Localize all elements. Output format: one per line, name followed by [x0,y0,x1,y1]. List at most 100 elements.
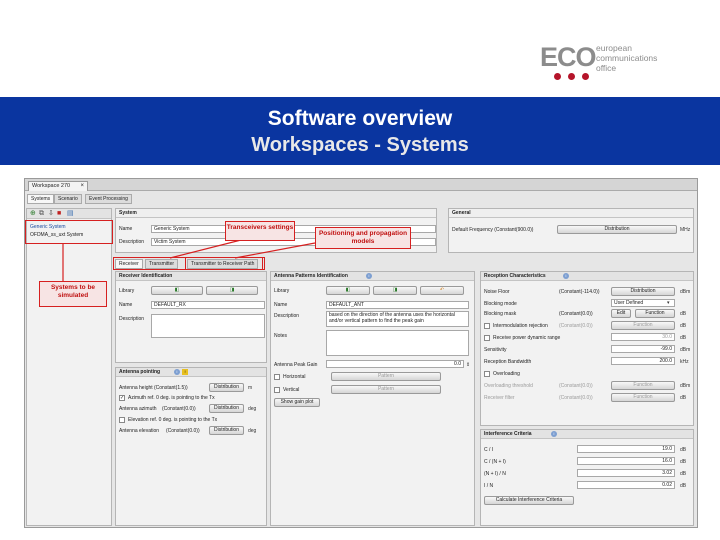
overload-threshold-unit: dBm [680,383,691,389]
intermod-checkbox[interactable] [484,323,490,329]
info-icon[interactable]: i [366,273,372,279]
receiver-filter-label: Receiver filter [484,395,515,401]
chevron-down-icon[interactable]: ▾ [667,300,670,306]
antenna-height-distribution-button[interactable]: Distribution [209,383,244,392]
cni-input[interactable]: 16.0 [577,457,675,465]
export-icon[interactable]: ⇩ [48,210,54,218]
antenna-height-unit: m [248,385,253,391]
antenna-azimuth-label: Antenna azimuth [119,406,157,412]
sensitivity-input[interactable]: -99.0 [611,345,675,353]
antenna-azimuth-constant: (Constant(0.0)) [162,406,196,412]
sensitivity-unit: dBm [680,347,691,353]
info-icon[interactable]: i [563,273,569,279]
info-icon[interactable]: i [551,431,557,437]
general-panel: General Default Frequency (Constant(900.… [448,208,694,253]
logo-dot [554,73,561,80]
ci-input[interactable]: 19.0 [577,445,675,453]
rx-power-range-checkbox[interactable] [484,335,490,341]
antenna-description-input[interactable]: based on the direction of the antenna us… [326,311,469,327]
antenna-elevation-label: Antenna elevation [119,428,160,434]
tab-scenario[interactable]: Scenario [54,194,82,204]
load-icon: ◧ [174,287,180,293]
workspace-tab[interactable]: Workspace 270 × [28,181,88,191]
tab-event-processing[interactable]: Event Processing [85,194,132,204]
calculate-interference-button[interactable]: Calculate Interference Criteria [484,496,574,505]
system-name-label: Name [119,226,133,232]
receiver-filter-constant: (Constant(0.0)) [559,395,593,401]
antenna-library-save-button[interactable]: ◨ [373,286,417,295]
slide-title: Software overview [267,107,453,130]
receiver-name-input[interactable]: DEFAULT_RX [151,301,265,309]
warning-icon: ! [182,369,188,375]
antenna-elevation-distribution-button[interactable]: Distribution [209,426,244,435]
overload-threshold-constant: (Constant(0.0)) [559,383,593,389]
blocking-mask-function-button[interactable]: Function [635,309,675,318]
antenna-library-label: Library [274,288,290,294]
tab-systems[interactable]: Systems [27,194,55,204]
rx-power-range-label: Receive power dynamic range [493,335,561,341]
vertical-pattern-button[interactable]: Pattern [331,385,441,394]
antenna-library-reset-button[interactable]: ↶ [420,286,464,295]
overloading-checkbox[interactable] [484,371,490,377]
reception-characteristics-header: Reception Characteristics [481,272,693,281]
in-unit: dB [680,483,687,489]
blocking-mask-constant: (Constant(0.0)) [559,311,593,317]
interference-criteria-panel: Interference Criteria i C / I 19.0 dB C … [480,429,694,526]
antenna-name-label: Name [274,302,288,308]
intermod-unit: dB [680,323,687,329]
antenna-library-load-button[interactable]: ◧ [326,286,370,295]
noise-floor-label: Noise Floor [484,289,510,295]
receiver-description-input[interactable] [151,314,265,338]
antenna-peak-gain-input[interactable]: 0.0 [326,360,464,368]
receiver-library-save-button[interactable]: ◨ [206,286,258,295]
receiver-identification-header: Receiver Identification [116,272,266,281]
path-tab-highlight [185,257,265,270]
add-icon[interactable]: ⊕ [30,210,36,218]
blocking-mode-select[interactable]: User Defined [611,299,675,307]
antenna-azimuth-distribution-button[interactable]: Distribution [209,404,244,413]
horizontal-checkbox[interactable] [274,374,280,380]
receiver-library-load-button[interactable]: ◧ [151,286,203,295]
antenna-notes-input[interactable] [326,330,469,356]
vertical-checkbox[interactable] [274,387,280,393]
show-gain-plot-button[interactable]: Show gain plot [274,398,320,407]
close-icon[interactable]: × [80,182,84,191]
elevation-ref-checkbox[interactable] [119,417,125,423]
reception-characteristics-title: Reception Characteristics [484,273,546,279]
antenna-patterns-header: Antenna Patterns Identification [271,272,474,281]
delete-icon[interactable]: ■ [57,210,61,218]
reception-bandwidth-input[interactable]: 200.0 [611,357,675,365]
sensitivity-label: Sensitivity [484,347,507,353]
horizontal-pattern-button[interactable]: Pattern [331,372,441,381]
logo-dot [568,73,575,80]
propagation-callout: Positioning and propagation models [315,227,411,249]
nin-label: (N + I) / N [484,471,506,477]
intermod-function-button[interactable]: Function [611,321,675,330]
eco-logo: ECO european communications office [540,40,710,80]
system-panel-header: System [116,209,436,218]
antenna-peak-gain-label: Antenna Peak Gain [274,362,318,368]
noise-floor-distribution-button[interactable]: Distribution [611,287,675,296]
ci-label: C / I [484,447,494,453]
load-icon: ◧ [345,287,351,293]
frequency-distribution-button[interactable]: Distribution [557,225,677,234]
info-icon[interactable]: i [174,369,180,375]
antenna-pointing-title: Antenna pointing [119,369,161,375]
peak-gain-spinner-icon[interactable]: ⇕ [466,362,470,368]
in-label: I / N [484,483,494,489]
copy-icon[interactable]: ⧉ [39,210,44,218]
transceivers-callout: Transceivers settings [225,221,295,241]
rx-power-range-input[interactable]: 30.0 [611,333,675,341]
logo-dot [582,73,589,80]
azimuth-ref-checkbox[interactable]: ✓ [119,395,125,401]
blocking-mask-edit-button[interactable]: Edit [611,309,631,318]
in-input[interactable]: 0.02 [577,481,675,489]
vertical-label: Vertical [283,387,300,393]
antenna-name-input[interactable]: DEFAULT_ANT [326,301,469,309]
library-icon[interactable]: ▤ [67,210,74,218]
overload-threshold-function-button[interactable]: Function [611,381,675,390]
nin-input[interactable]: 3.02 [577,469,675,477]
receiver-filter-function-button[interactable]: Function [611,393,675,402]
antenna-notes-label: Notes [274,333,288,339]
receiver-filter-unit: dB [680,395,687,401]
